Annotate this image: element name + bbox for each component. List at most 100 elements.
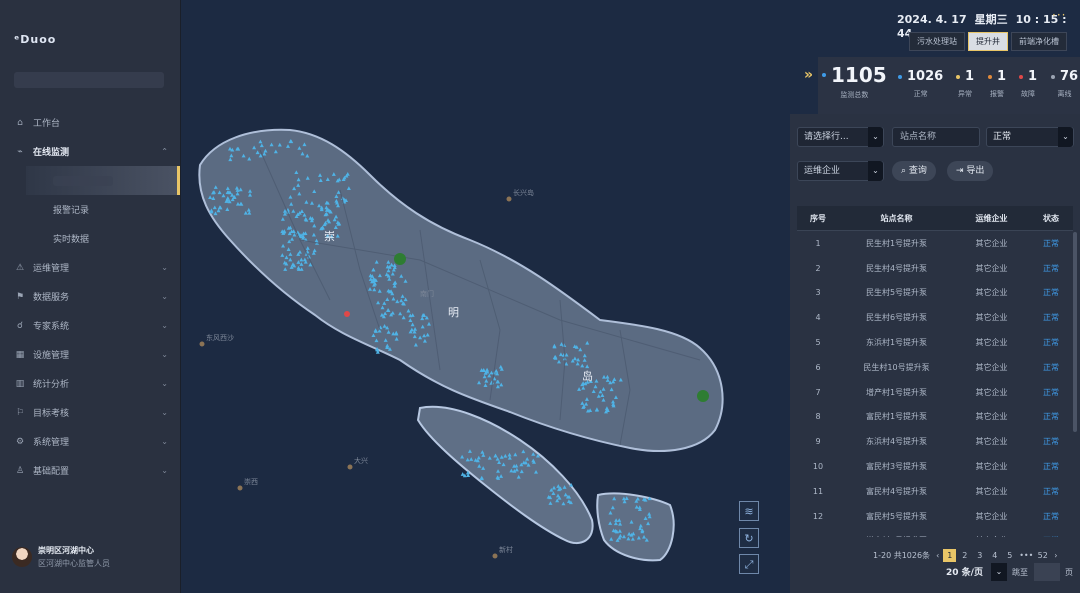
table-row[interactable]: 9 东浜村4号提升泵 其它企业 正常 — [797, 429, 1073, 454]
table-row[interactable]: 6 民生村10号提升泵 其它企业 正常 — [797, 355, 1073, 380]
more-icon[interactable]: ··· — [1052, 8, 1066, 22]
nav-statistics[interactable]: ▥ 统计分析 ⌄ — [0, 369, 180, 398]
nav-online-monitor[interactable]: ⌁ 在线监测 ⌃ — [0, 137, 180, 166]
tab-purification-tank[interactable]: 前端净化槽 — [1011, 32, 1067, 51]
table-row[interactable]: 13增产村2号提升泵其它企业正常 — [797, 529, 1073, 537]
row-company: 其它企业 — [975, 412, 1008, 422]
page-2[interactable]: 2 — [958, 549, 971, 562]
double-chevron-icon[interactable]: » — [804, 67, 813, 83]
page-ellipsis[interactable]: ••• — [1018, 549, 1034, 562]
nav-workbench[interactable]: ⌂ 工作台 — [0, 108, 180, 137]
row-index: 2 — [815, 263, 821, 273]
fullscreen-button[interactable]: ⤢ — [739, 554, 759, 574]
tab-sewage-station[interactable]: 污水处理站 — [909, 32, 965, 51]
station-table: 序号 站点名称 运维企业 状态 1 民生村1号提升泵 其它企业 正常 2 民生村4号提升泵… — [797, 206, 1073, 537]
chevron-down-icon: ⌄ — [161, 437, 168, 446]
svg-text:崇西: 崇西 — [244, 478, 258, 486]
nav-sub-realtime-data[interactable]: 实时数据 — [0, 224, 180, 253]
jump-page-input[interactable] — [1034, 563, 1060, 581]
nav-config[interactable]: ♙ 基础配置 ⌄ — [0, 456, 180, 485]
export-button[interactable]: ⇥ 导出 — [947, 161, 994, 181]
page-4[interactable]: 4 — [988, 549, 1001, 562]
nav-sub-alarm-records[interactable]: 报警记录 — [0, 195, 180, 224]
chevron-down-icon: ⌄ — [1058, 127, 1073, 147]
row-index: 8 — [815, 412, 821, 422]
row-station-name: 富民村1号提升泵 — [865, 412, 928, 422]
row-station-name: 民生村4号提升泵 — [865, 263, 928, 273]
row-status: 正常 — [1043, 288, 1059, 298]
row-company: 其它企业 — [975, 511, 1008, 521]
search-button[interactable]: ⌕ 查询 — [892, 161, 936, 181]
table-scrollbar[interactable] — [1073, 232, 1077, 432]
next-page-icon[interactable]: › — [1054, 551, 1057, 560]
row-station-name: 增产村1号提升泵 — [865, 387, 928, 397]
nav-facility[interactable]: ▦ 设施管理 ⌄ — [0, 340, 180, 369]
date: 2024. 4. 17 — [897, 13, 967, 26]
row-index: 1 — [815, 238, 821, 248]
nav-sub-active-blurred[interactable] — [26, 166, 180, 195]
row-index: 5 — [815, 338, 821, 348]
stat-total: 1105 监测总数 — [822, 63, 887, 100]
table-row[interactable]: 10 富民村3号提升泵 其它企业 正常 — [797, 454, 1073, 479]
stats-bar: 1105 监测总数 1026 正常 1 异常 1 报警 1 故障 76 离线 — [818, 57, 1080, 114]
page-size-select[interactable]: 20 条/页 — [946, 565, 983, 578]
table-row[interactable]: 2 民生村4号提升泵 其它企业 正常 — [797, 256, 1073, 281]
chevron-up-icon: ⌃ — [161, 147, 168, 156]
table-row[interactable]: 8 富民村1号提升泵 其它企业 正常 — [797, 405, 1073, 430]
row-station-name: 民生村10号提升泵 — [863, 362, 930, 372]
tab-lift-well[interactable]: 提升井 — [968, 32, 1008, 51]
table-row[interactable]: 12 富民村5号提升泵 其它企业 正常 — [797, 504, 1073, 529]
company-select[interactable]: 运维企业 ⌄ — [797, 161, 884, 181]
station-name-input[interactable]: 站点名称 — [892, 127, 980, 147]
page-52[interactable]: 52 — [1036, 549, 1049, 562]
prev-page-icon[interactable]: ‹ — [936, 551, 939, 560]
table-row[interactable]: 1 民生村1号提升泵 其它企业 正常 — [797, 231, 1073, 256]
chevron-down-icon[interactable]: ⌄ — [991, 563, 1007, 581]
table-row[interactable]: 3 民生村5号提升泵 其它企业 正常 — [797, 281, 1073, 306]
chart-icon: ▥ — [15, 378, 25, 389]
row-station-name: 东浜村4号提升泵 — [865, 437, 928, 447]
table-row[interactable]: 4 民生村6号提升泵 其它企业 正常 — [797, 305, 1073, 330]
layers-button[interactable]: ≋ — [739, 501, 759, 521]
table-row[interactable]: 7 增产村1号提升泵 其它企业 正常 — [797, 380, 1073, 405]
offline-marker — [394, 253, 406, 265]
row-index: 11 — [812, 486, 824, 496]
table-row[interactable]: 11 富民村4号提升泵 其它企业 正常 — [797, 479, 1073, 504]
refresh-button[interactable]: ↻ — [739, 528, 759, 548]
monitor-icon: ⌁ — [17, 146, 23, 157]
nav-assessment[interactable]: ⚐ 目标考核 ⌄ — [0, 398, 180, 427]
warning-icon: ⚠ — [15, 262, 25, 273]
row-index: 7 — [815, 387, 821, 397]
table-row[interactable]: 5 东浜村1号提升泵 其它企业 正常 — [797, 330, 1073, 355]
nav-data-service[interactable]: ⚑ 数据服务 ⌄ — [0, 282, 180, 311]
page-1[interactable]: 1 — [943, 549, 957, 562]
island-label: 明 — [448, 306, 459, 319]
nav-operations[interactable]: ⚠ 运维管理 ⌄ — [0, 253, 180, 282]
chevron-down-icon: ⌄ — [161, 350, 168, 359]
user-card[interactable]: 崇明区河湖中心 区河湖中心监管人员 — [12, 545, 110, 569]
stat-abnormal: 1 异常 — [956, 69, 974, 99]
status-select[interactable]: 正常 ⌄ — [986, 127, 1074, 147]
nav-expert-system[interactable]: ☌ 专家系统 ⌄ — [0, 311, 180, 340]
region-select[interactable]: 请选择行... ⌄ — [797, 127, 884, 147]
svg-text:南门: 南门 — [420, 289, 434, 298]
dot-icon — [988, 74, 992, 79]
row-index: 9 — [815, 437, 821, 447]
row-company: 其它企业 — [975, 437, 1008, 447]
page-3[interactable]: 3 — [973, 549, 986, 562]
weekday: 星期三 — [974, 13, 1008, 26]
row-company: 其它企业 — [975, 238, 1008, 248]
chevron-down-icon: ⌄ — [161, 408, 168, 417]
table-header: 序号 站点名称 运维企业 状态 — [797, 206, 1073, 231]
row-station-name: 富民村4号提升泵 — [865, 486, 928, 496]
page-5[interactable]: 5 — [1003, 549, 1016, 562]
nav-system[interactable]: ⚙ 系统管理 ⌄ — [0, 427, 180, 456]
chevron-down-icon: ⌄ — [868, 161, 883, 181]
type-tabs: 污水处理站 提升井 前端净化槽 — [906, 32, 1067, 51]
person-icon: ♙ — [15, 465, 25, 476]
row-status: 正常 — [1043, 362, 1059, 372]
row-company: 其它企业 — [975, 486, 1008, 496]
row-company: 其它企业 — [975, 362, 1008, 372]
row-company: 其它企业 — [975, 338, 1008, 348]
row-station-name: 富民村3号提升泵 — [865, 462, 928, 472]
